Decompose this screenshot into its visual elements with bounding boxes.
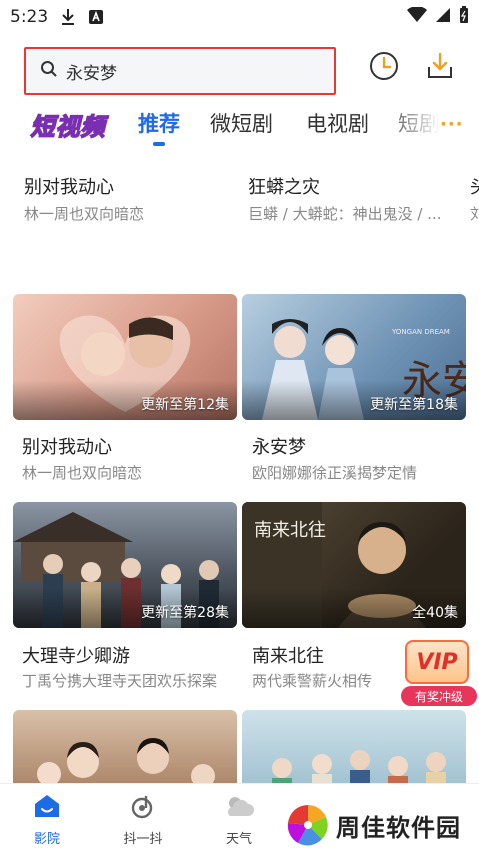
status-time: 5:23 <box>10 7 49 27</box>
app-notification-icon <box>88 9 104 25</box>
vip-upgrade-button[interactable]: VIP 有奖冲级 <box>401 640 477 708</box>
search-query: 永安梦 <box>66 63 117 84</box>
svg-text:YONGAN DREAM: YONGAN DREAM <box>391 328 450 336</box>
tab-recommend[interactable]: 推荐 <box>138 108 180 138</box>
nav-shake-label: 抖一抖 <box>123 832 163 847</box>
video-card-subtitle: 林一周也双向暗恋 <box>22 464 143 482</box>
watermark-text: 周佳软件园 <box>336 813 461 842</box>
search-input[interactable]: 永安梦 <box>24 47 336 95</box>
clock-icon <box>368 50 400 86</box>
weather-icon <box>222 792 256 824</box>
nav-weather[interactable]: 天气 <box>204 792 274 848</box>
top-row-subtitle-3: 刘 <box>470 205 479 223</box>
family-poster-image <box>37 738 215 788</box>
video-card-thumbnail[interactable]: 更新至第12集 <box>13 294 237 420</box>
vip-icon: VIP <box>405 640 469 684</box>
active-tab-indicator <box>153 142 165 146</box>
search-row: 永安梦 <box>0 44 479 98</box>
svg-text:南来北往: 南来北往 <box>254 520 326 541</box>
video-card-thumbnail[interactable]: 永安梦 YONGAN DREAM 更新至第18集 <box>242 294 466 420</box>
status-bar: 5:23 <box>0 0 479 34</box>
episode-badge: 全40集 <box>412 605 458 621</box>
wifi-icon <box>407 5 427 28</box>
history-button[interactable] <box>366 50 402 86</box>
top-row-subtitle-2: 巨蟒 / 大蟒蛇：神出鬼没 / ... <box>248 205 442 223</box>
vip-tag: 有奖冲级 <box>401 686 477 706</box>
tab-micro-drama[interactable]: 微短剧 <box>210 108 273 138</box>
video-card-title[interactable]: 南来北往 <box>252 642 402 668</box>
nav-cinema[interactable]: 影院 <box>12 792 82 848</box>
more-tabs-button[interactable]: ··· <box>440 114 464 135</box>
pinwheel-logo-icon <box>287 804 328 846</box>
shake-icon <box>128 792 158 824</box>
video-card-thumbnail[interactable]: 更新至第28集 <box>13 502 237 628</box>
search-icon <box>40 60 58 82</box>
top-row-subtitle-1: 林一周也双向暗恋 <box>24 205 145 223</box>
top-row-title-3[interactable]: 头 <box>470 173 479 199</box>
top-row-title-2[interactable]: 狂蟒之灾 <box>248 173 458 199</box>
download-button[interactable] <box>422 50 458 86</box>
group-poster-image <box>272 750 446 790</box>
episode-badge: 更新至第12集 <box>141 397 229 413</box>
video-card-title[interactable]: 别对我动心 <box>22 433 236 459</box>
download-icon <box>425 51 455 85</box>
video-card-thumbnail[interactable] <box>13 710 237 790</box>
episode-badge: 更新至第18集 <box>370 397 458 413</box>
download-status-icon <box>60 8 76 26</box>
video-card-thumbnail[interactable] <box>242 710 466 790</box>
category-tabs: 短视频 推荐 微短剧 电视剧 短剧 ··· <box>0 100 479 150</box>
signal-icon <box>435 7 451 28</box>
video-card-subtitle: 两代乘警薪火相传 <box>252 672 373 690</box>
tabs-fade <box>380 100 440 150</box>
video-card-title[interactable]: 大理寺少卿游 <box>22 642 236 668</box>
nav-cinema-label: 影院 <box>33 832 60 847</box>
tab-tv-series[interactable]: 电视剧 <box>306 108 369 138</box>
battery-icon <box>459 5 469 29</box>
nav-weather-label: 天气 <box>225 832 252 847</box>
video-card-title[interactable]: 永安梦 <box>252 433 466 459</box>
video-card-thumbnail[interactable]: 南来北往 全40集 <box>242 502 466 628</box>
video-card-subtitle: 丁禹兮携大理寺天团欢乐探案 <box>22 672 218 690</box>
top-row-title-1[interactable]: 别对我动心 <box>24 173 234 199</box>
nav-shake[interactable]: 抖一抖 <box>108 792 178 848</box>
episode-badge: 更新至第28集 <box>141 605 229 621</box>
watermark: 周佳软件园 <box>286 800 476 850</box>
home-icon <box>32 792 62 824</box>
tab-short-video-logo[interactable]: 短视频 <box>12 106 124 142</box>
video-card-subtitle: 欧阳娜娜徐正溪揭梦定情 <box>252 464 418 482</box>
